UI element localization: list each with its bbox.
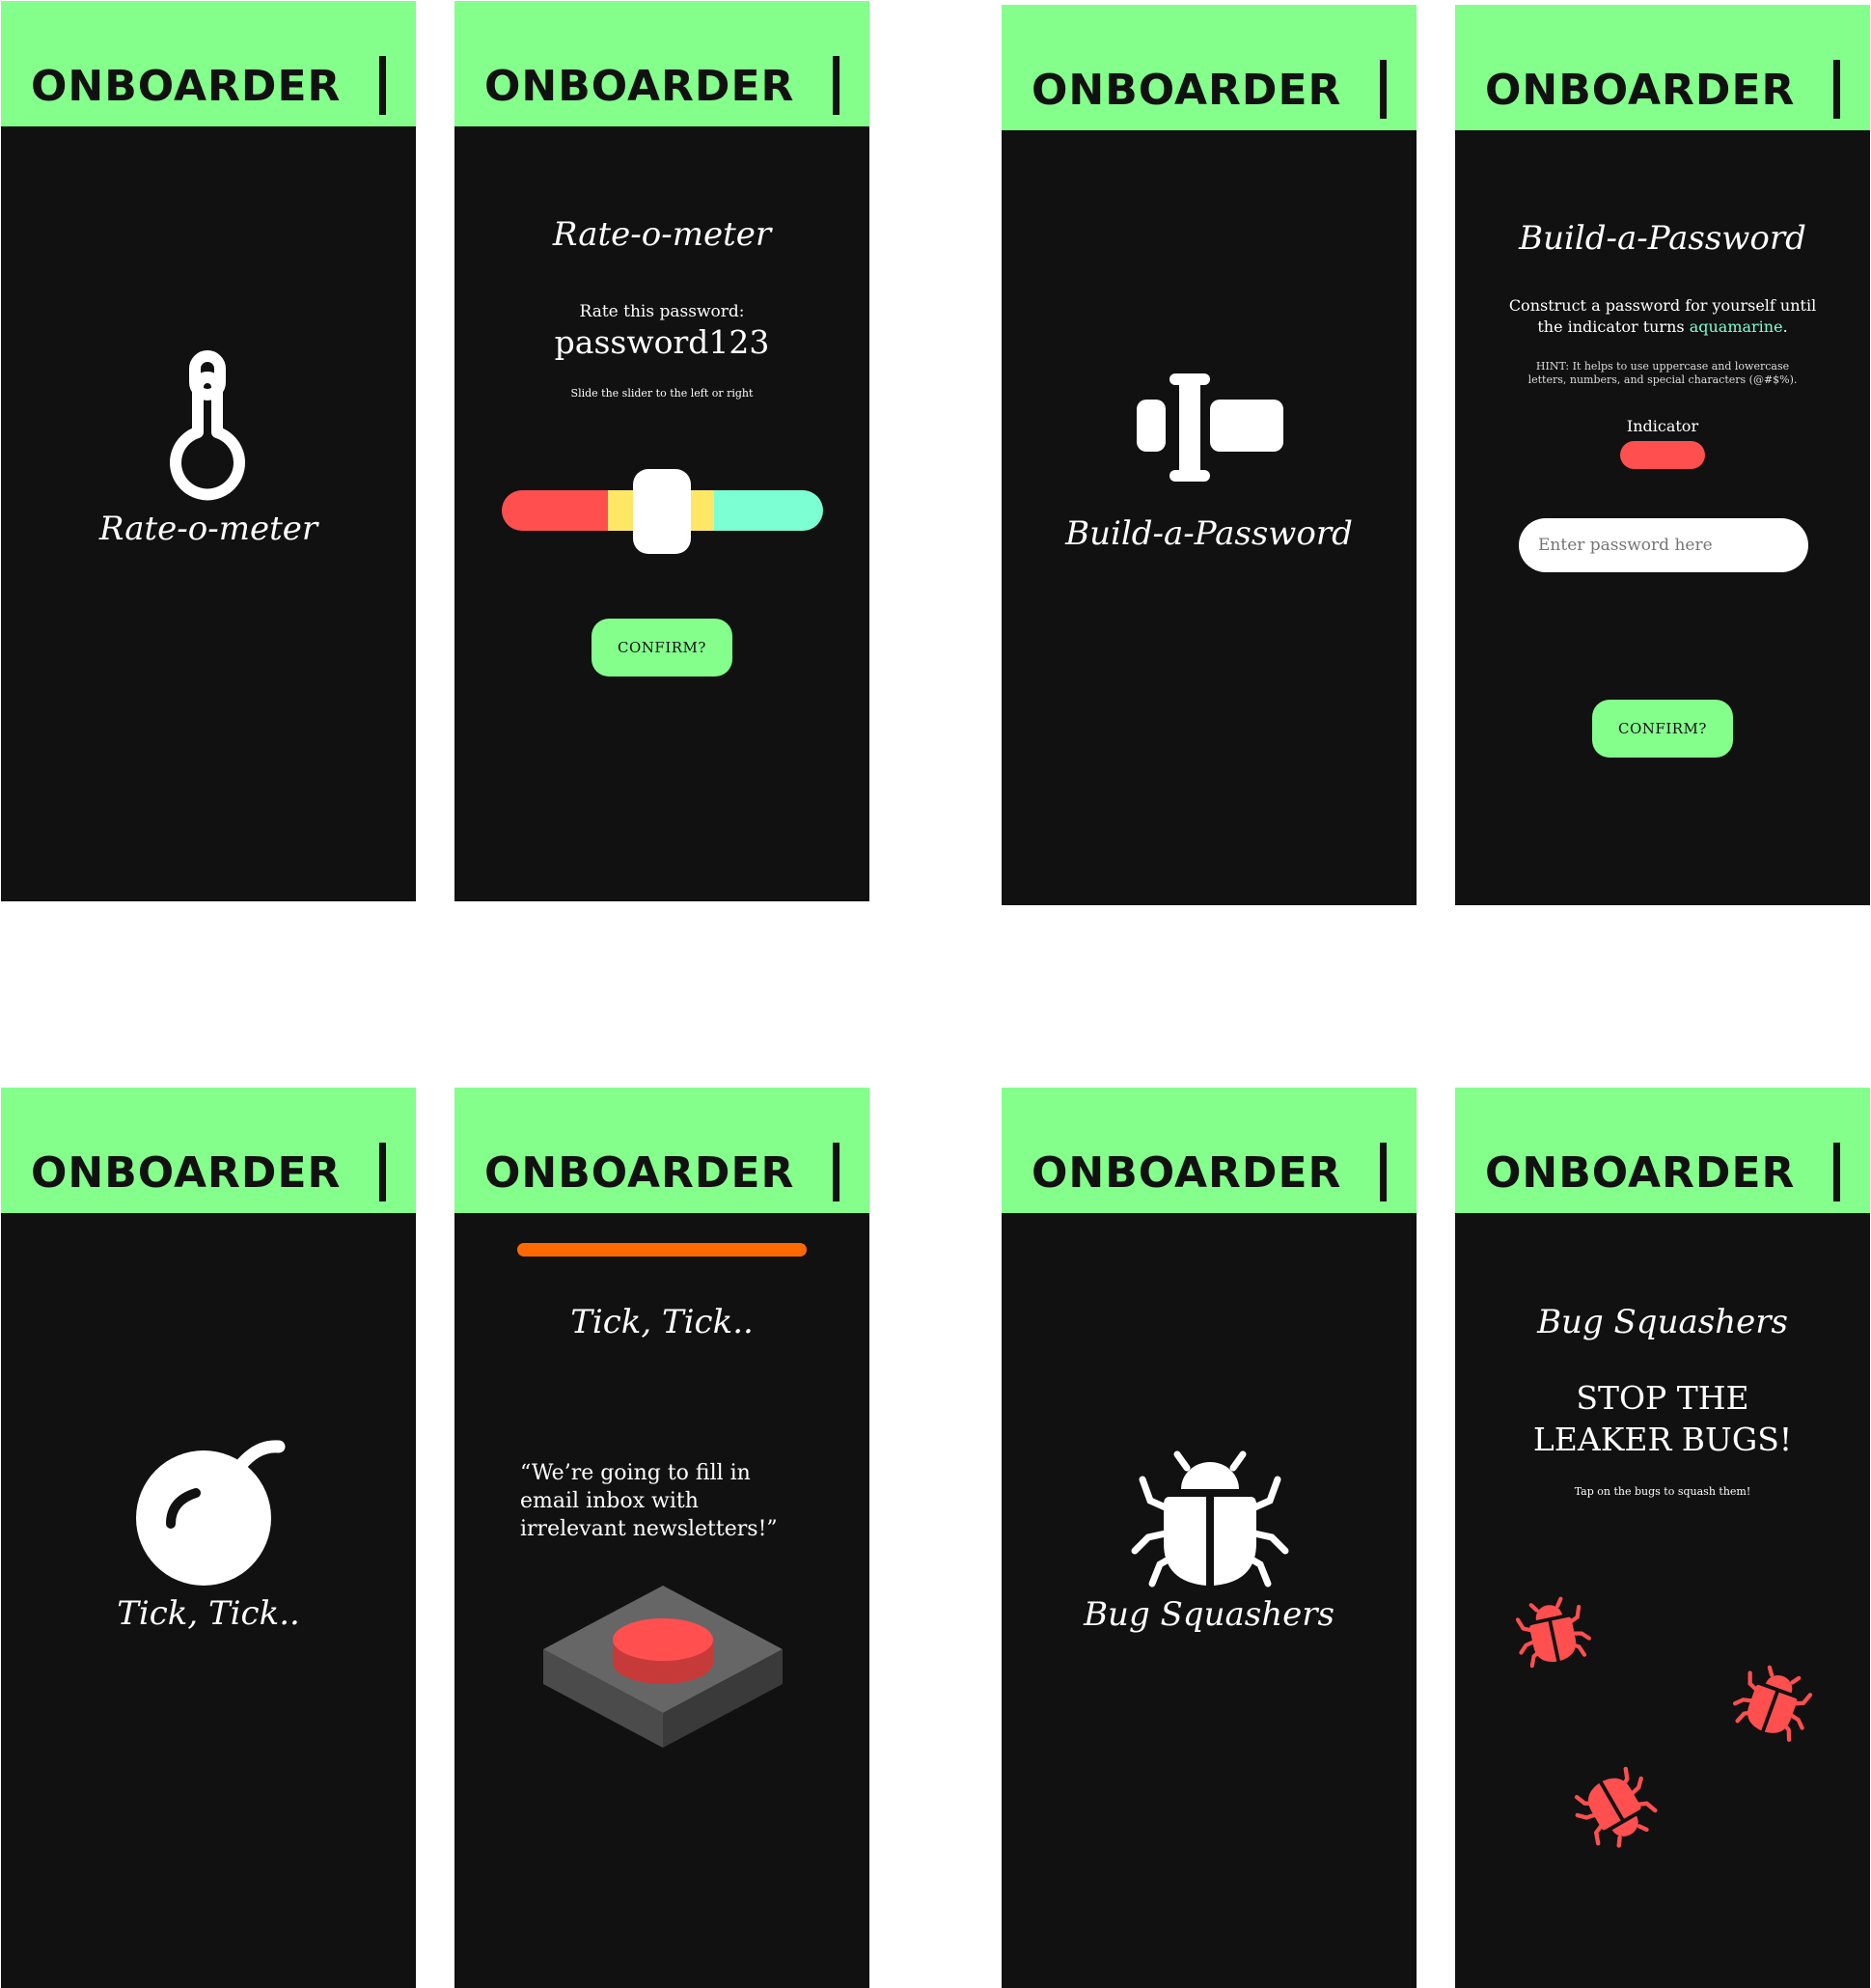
bug-intro-screen: ONBOARDER Bug Squashers bbox=[1002, 1088, 1417, 1988]
bug-instruction: Tap on the bugs to squash them! bbox=[1574, 1485, 1751, 1498]
password-input[interactable] bbox=[1519, 518, 1808, 572]
app-header: ONBOARDER bbox=[1, 1088, 416, 1213]
logo: ONBOARDER bbox=[484, 1148, 795, 1198]
headline-line-2: LEAKER BUGS! bbox=[1532, 1421, 1793, 1458]
instruction-line-2: the indicator turns aquamarine. bbox=[1455, 318, 1870, 336]
instruction-text: the indicator turns bbox=[1537, 318, 1685, 336]
bomb-icon bbox=[136, 1440, 286, 1586]
game-title: Rate-o-meter bbox=[552, 215, 772, 254]
game-title: Rate-o-meter bbox=[98, 510, 318, 548]
confirm-button[interactable]: CONFIRM? bbox=[592, 619, 732, 676]
bug-game-screen: ONBOARDER Bug Squashers STOP THE LEAKER … bbox=[1455, 1088, 1870, 1988]
strength-indicator bbox=[1620, 441, 1705, 469]
game-title: Build-a-Password bbox=[1519, 219, 1806, 258]
rate-intro-screen: ONBOARDER Rate-o-meter bbox=[1, 1, 416, 901]
instruction-period: . bbox=[1782, 318, 1788, 336]
game-title: Tick, Tick.. bbox=[570, 1303, 754, 1341]
tick-game-screen: ONBOARDER Tick, Tick.. “We’re going to f… bbox=[454, 1088, 869, 1988]
logo-cursor-bar bbox=[1380, 60, 1387, 119]
slider-segment-red bbox=[502, 490, 608, 531]
timer-bar bbox=[517, 1243, 807, 1256]
big-red-button-icon[interactable] bbox=[543, 1586, 783, 1748]
instruction-line-1: Construct a password for yourself until bbox=[1508, 296, 1817, 315]
app-header: ONBOARDER bbox=[1002, 5, 1417, 130]
app-header: ONBOARDER bbox=[454, 1088, 869, 1213]
logo-cursor-bar bbox=[379, 56, 386, 115]
app-header: ONBOARDER bbox=[454, 1, 869, 126]
rate-game-screen: ONBOARDER Rate-o-meter Rate this passwor… bbox=[454, 1, 869, 901]
aquamarine-highlight: aquamarine bbox=[1689, 318, 1783, 336]
game-title: Tick, Tick.. bbox=[117, 1594, 300, 1633]
quote-line-1: “We’re going to fill in bbox=[520, 1461, 751, 1485]
thermometer-icon bbox=[170, 350, 245, 501]
hint-line-2: letters, numbers, and special characters… bbox=[1527, 373, 1798, 386]
game-title: Bug Squashers bbox=[1537, 1303, 1788, 1341]
bug-target-3[interactable] bbox=[1574, 1766, 1658, 1849]
app-header: ONBOARDER bbox=[1455, 5, 1870, 130]
quote-line-3: irrelevant newsletters!” bbox=[520, 1517, 778, 1541]
logo: ONBOARDER bbox=[1485, 66, 1796, 115]
password-to-rate: password123 bbox=[554, 323, 770, 361]
hint-line-1: HINT: It helps to use uppercase and lowe… bbox=[1535, 360, 1790, 373]
logo-cursor-bar bbox=[1833, 60, 1840, 119]
logo: ONBOARDER bbox=[484, 62, 795, 111]
confirm-button[interactable]: CONFIRM? bbox=[1592, 700, 1733, 758]
indicator-label: Indicator bbox=[1626, 417, 1699, 435]
logo: ONBOARDER bbox=[31, 1148, 342, 1198]
app-header: ONBOARDER bbox=[1, 1, 416, 126]
headline-line-1: STOP THE bbox=[1576, 1379, 1749, 1417]
logo: ONBOARDER bbox=[1485, 1148, 1796, 1198]
slider-instruction: Slide the slider to the left or right bbox=[570, 387, 754, 400]
logo-cursor-bar bbox=[1380, 1143, 1387, 1201]
game-title: Build-a-Password bbox=[1065, 514, 1353, 553]
tick-intro-screen: ONBOARDER Tick, Tick.. bbox=[1, 1088, 416, 1988]
game-title: Bug Squashers bbox=[1084, 1595, 1334, 1634]
bug-target-2[interactable] bbox=[1732, 1663, 1813, 1742]
logo-cursor-bar bbox=[833, 1143, 839, 1201]
bug-icon bbox=[1131, 1450, 1289, 1588]
build-intro-screen: ONBOARDER Build-a-Password bbox=[1002, 5, 1417, 905]
logo: ONBOARDER bbox=[31, 62, 342, 111]
quote-line-2: email inbox with bbox=[520, 1489, 699, 1513]
slider-segment-aquamarine bbox=[714, 490, 823, 531]
logo: ONBOARDER bbox=[1032, 66, 1342, 115]
build-game-screen: ONBOARDER Build-a-Password Construct a p… bbox=[1455, 5, 1870, 905]
logo-cursor-bar bbox=[833, 56, 839, 115]
rate-slider-thumb[interactable] bbox=[633, 469, 691, 554]
logo-cursor-bar bbox=[1833, 1143, 1840, 1201]
bug-target-1[interactable] bbox=[1515, 1593, 1591, 1669]
app-header: ONBOARDER bbox=[1455, 1088, 1870, 1213]
quote: “We’re going to fill in email inbox with… bbox=[520, 1459, 839, 1543]
app-header: ONBOARDER bbox=[1002, 1088, 1417, 1213]
logo: ONBOARDER bbox=[1032, 1148, 1342, 1198]
rate-prompt: Rate this password: bbox=[579, 302, 745, 321]
logo-cursor-bar bbox=[379, 1143, 386, 1201]
text-cursor-icon bbox=[1137, 373, 1283, 482]
